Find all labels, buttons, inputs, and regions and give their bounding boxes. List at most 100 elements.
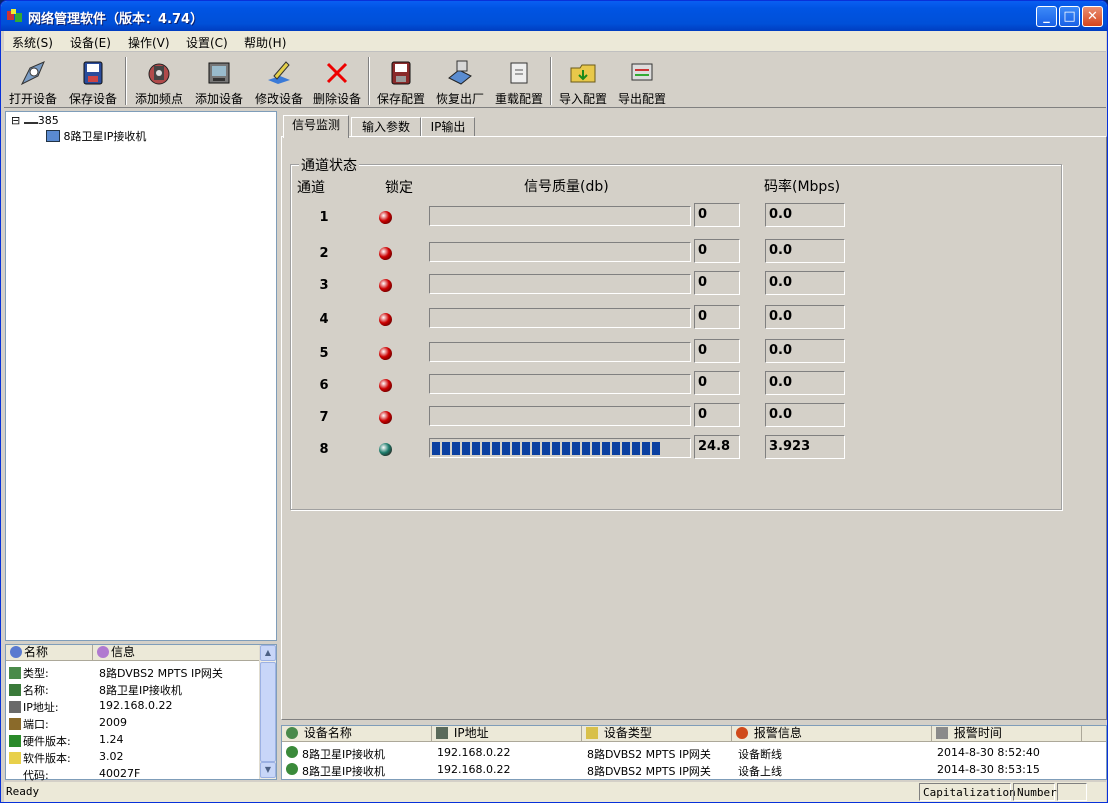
lock-indicator-icon (379, 379, 392, 392)
save-config-button[interactable]: 保存配置 (372, 55, 430, 107)
menu-help[interactable]: 帮助(H) (244, 34, 286, 51)
channel-number: 8 (319, 442, 329, 457)
alarm-list[interactable]: 设备名称 IP地址 设备类型 报警信息 报警时间 8路卫星IP接收机 192.16… (281, 725, 1107, 780)
factory-reset-button[interactable]: 恢复出厂 (431, 55, 489, 107)
bar-segment (622, 442, 630, 455)
bitrate-value: 0.0 (765, 305, 845, 329)
signal-quality-fill (432, 442, 660, 455)
device-tree[interactable]: ⊟ 385 8路卫星IP接收机 (5, 111, 277, 641)
bar-segment (452, 442, 460, 455)
reload-config-icon (510, 62, 528, 84)
signal-quality-bar (429, 406, 691, 426)
tree-item-device[interactable]: 8路卫星IP接收机 (46, 128, 146, 144)
info-key: 端口: (23, 718, 49, 731)
info-row[interactable]: 端口: 2009 (6, 714, 260, 731)
info-key: 硬件版本: (23, 735, 71, 748)
open-device-button[interactable]: 打开设备 (4, 55, 62, 107)
import-config-button[interactable]: 导入配置 (554, 55, 612, 107)
title-bar[interactable]: 网络管理软件（版本：4.74） _ □ ✕ (1, 1, 1107, 31)
menu-operate[interactable]: 操作(V) (128, 34, 170, 51)
alarm-cell: 2014-8-30 8:53:15 (937, 763, 1040, 776)
hardware-icon (9, 735, 21, 747)
scroll-up-button[interactable]: ▲ (260, 645, 276, 661)
status-bar: Ready Capitalization Number (4, 782, 1106, 802)
channel-row: 6 0 0.0 (291, 371, 1063, 399)
info-row[interactable]: 类型: 8路DVBS2 MPTS IP网关 (6, 663, 260, 680)
status-capitalization: Capitalization (919, 783, 1016, 801)
bar-segment (602, 442, 610, 455)
quality-value: 0 (694, 403, 740, 427)
app-icon (7, 9, 22, 22)
bar-segment (652, 442, 660, 455)
maximize-button[interactable]: □ (1059, 6, 1080, 27)
tab-signal-monitor[interactable]: 信号监测 (283, 115, 349, 138)
network-icon (23, 114, 38, 124)
edit-device-button[interactable]: 修改设备 (250, 55, 308, 107)
factory-reset-icon (448, 60, 472, 85)
scroll-down-button[interactable]: ▼ (260, 762, 276, 778)
lock-indicator-icon (379, 411, 392, 424)
alarm-row[interactable]: 8路卫星IP接收机 192.168.0.22 8路DVBS2 MPTS IP网关 设备… (282, 761, 1106, 778)
expand-icon[interactable]: ⊟ (11, 114, 20, 127)
toolbar-separator (550, 57, 552, 105)
tree-root-label: 385 (37, 114, 59, 127)
info-header-name[interactable]: 名称 (6, 645, 93, 661)
add-frequency-button[interactable]: 添加频点 (130, 55, 188, 107)
info-header-info[interactable]: 信息 (93, 645, 260, 661)
signal-quality-bar (429, 308, 691, 328)
bar-segment (632, 442, 640, 455)
alarm-col-time[interactable]: 报警时间 (932, 726, 1082, 742)
bar-segment (472, 442, 480, 455)
info-row[interactable]: 硬件版本: 1.24 (6, 731, 260, 748)
alarm-col-info[interactable]: 报警信息 (732, 726, 932, 742)
delete-device-button[interactable]: 删除设备 (308, 55, 366, 107)
menu-settings[interactable]: 设置(C) (186, 34, 228, 51)
alarm-col-ip[interactable]: IP地址 (432, 726, 582, 742)
alarm-col-device-name[interactable]: 设备名称 (282, 726, 432, 742)
menu-bar: 系统(S) 设备(E) 操作(V) 设置(C) 帮助(H) (4, 31, 1106, 52)
header-lock: 锁定 (385, 180, 413, 196)
export-config-button[interactable]: 导出配置 (613, 55, 671, 107)
name-icon (9, 684, 21, 696)
tab-input-params[interactable]: 输入参数 (351, 117, 421, 137)
name-col-icon (10, 646, 22, 658)
alarm-cell: 设备上线 (738, 765, 782, 778)
info-row[interactable]: 软件版本: 3.02 (6, 748, 260, 765)
close-button[interactable]: ✕ (1082, 6, 1103, 27)
save-config-icon (391, 61, 411, 85)
info-row[interactable]: 代码: 40027F (6, 765, 260, 782)
alarm-cell: 8路卫星IP接收机 (302, 765, 385, 778)
lock-indicator-icon (379, 279, 392, 292)
toolbar-separator (368, 57, 370, 105)
menu-device[interactable]: 设备(E) (70, 34, 111, 51)
info-row[interactable]: IP地址: 192.168.0.22 (6, 697, 260, 714)
toolbar: 打开设备 保存设备 添加频点 添加设备 修改设备 删除设备 保存配置 恢复出厂 … (4, 53, 1106, 108)
tree-root[interactable]: ⊟ 385 (11, 114, 59, 127)
alarm-col-type[interactable]: 设备类型 (582, 726, 732, 742)
quality-value: 0 (694, 203, 740, 227)
menu-system[interactable]: 系统(S) (12, 34, 53, 51)
bar-segment (442, 442, 450, 455)
signal-quality-bar (429, 342, 691, 362)
alarm-cell: 2014-8-30 8:52:40 (937, 746, 1040, 759)
device-status-icon (286, 763, 298, 775)
scroll-thumb[interactable] (260, 662, 276, 762)
main-panel: 信号监测 输入参数 IP输出 通道状态 通道 锁定 信号质量(db) 码率(Mb… (281, 111, 1107, 721)
tab-ip-output[interactable]: IP输出 (421, 117, 475, 137)
lock-indicator-icon (379, 443, 392, 456)
info-value: 2009 (99, 716, 127, 729)
alarm-row[interactable]: 8路卫星IP接收机 192.168.0.22 8路DVBS2 MPTS IP网关 设备… (282, 744, 1106, 761)
channel-row: 1 0 0.0 (291, 203, 1063, 231)
bar-segment (482, 442, 490, 455)
channel-number: 7 (319, 410, 329, 425)
info-value: 192.168.0.22 (99, 699, 173, 712)
info-row[interactable]: 名称: 8路卫星IP接收机 (6, 680, 260, 697)
info-scrollbar[interactable]: ▲ ▼ (259, 645, 276, 779)
reload-config-button[interactable]: 重载配置 (490, 55, 548, 107)
save-device-button[interactable]: 保存设备 (64, 55, 122, 107)
type-icon (9, 667, 21, 679)
quality-value: 0 (694, 339, 740, 363)
add-device-button[interactable]: 添加设备 (190, 55, 248, 107)
minimize-button[interactable]: _ (1036, 6, 1057, 27)
bitrate-value: 0.0 (765, 339, 845, 363)
